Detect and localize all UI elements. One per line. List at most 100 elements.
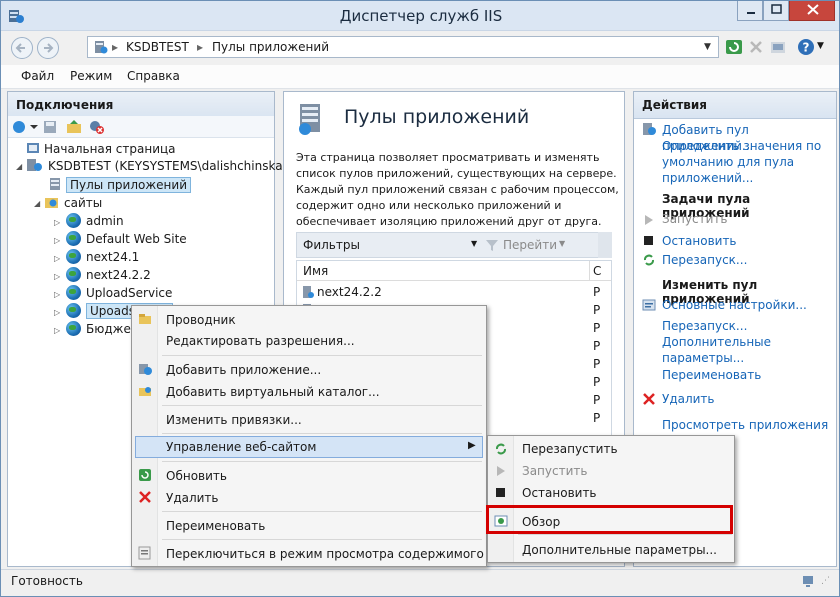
- stop-toolbar-icon[interactable]: [747, 38, 765, 56]
- tree-expander-icon[interactable]: ▷: [54, 326, 60, 335]
- ctx-refresh[interactable]: Обновить: [166, 469, 227, 483]
- globe-icon: [66, 303, 81, 318]
- tree-server[interactable]: KSDBTEST (KEYSYSTEMS\dalishchinskaya): [26, 157, 302, 175]
- settings-icon: [642, 299, 656, 311]
- page-title: Пулы приложений: [344, 106, 530, 128]
- submenu-arrow-icon: ▶: [468, 440, 476, 451]
- breadcrumb-server[interactable]: KSDBTEST: [126, 40, 189, 54]
- tree-expander-icon[interactable]: ▷: [54, 272, 60, 281]
- breadcrumb-app-pools[interactable]: Пулы приложений: [212, 40, 329, 54]
- sub-advanced-settings[interactable]: Дополнительные параметры...: [522, 543, 717, 557]
- resize-grip-icon[interactable]: ⋰: [821, 576, 830, 586]
- tree-site-default[interactable]: Default Web Site: [66, 230, 187, 248]
- tree-sites[interactable]: сайты: [44, 194, 102, 212]
- action-stop[interactable]: Остановить: [662, 233, 737, 249]
- window-title: Диспетчер служб IIS: [339, 7, 503, 25]
- action-rename[interactable]: Переименовать: [662, 367, 761, 383]
- back-button[interactable]: [11, 37, 33, 59]
- breadcrumb-separator-icon: ▸: [197, 40, 204, 54]
- title-bar: Диспетчер служб IIS: [1, 1, 839, 31]
- action-start[interactable]: Запустить: [662, 212, 727, 226]
- tree-expander-icon[interactable]: ◢: [16, 162, 22, 171]
- ctx-switch-content-view[interactable]: Переключиться в режим просмотра содержим…: [166, 547, 484, 561]
- filter-input[interactable]: [359, 236, 479, 254]
- action-basic-settings[interactable]: Основные настройки...: [662, 297, 807, 313]
- tree-site-budget[interactable]: Бюджет: [66, 320, 138, 338]
- ctx-manage-website[interactable]: Управление веб-сайтом: [166, 440, 316, 454]
- tree-app-pools[interactable]: Пулы приложений: [48, 176, 191, 194]
- tree-site-next24-2-2[interactable]: next24.2.2: [66, 266, 151, 284]
- ctx-explore[interactable]: Проводник: [166, 313, 236, 327]
- connections-toolbar: [8, 116, 274, 138]
- filter-label: Фильтры:: [303, 238, 364, 252]
- tree-start-page[interactable]: Начальная страница: [26, 140, 176, 158]
- address-bar[interactable]: ▸ KSDBTEST ▸ Пулы приложений ▼: [87, 36, 719, 58]
- ctx-add-application[interactable]: Добавить приложение...: [166, 363, 321, 377]
- explorer-icon: [139, 314, 151, 324]
- menu-bar: Файл Режим Справка: [1, 65, 839, 89]
- network-status-icon: [803, 576, 813, 587]
- ctx-edit-permissions[interactable]: Редактировать разрешения...: [166, 334, 355, 348]
- table-row[interactable]: next24.2.2 Р: [297, 283, 611, 301]
- ctx-edit-bindings[interactable]: Изменить привязки...: [166, 413, 302, 427]
- tree-expander-icon[interactable]: ▷: [54, 308, 60, 317]
- filter-scroll-icon[interactable]: [598, 232, 612, 258]
- tree-expander-icon[interactable]: ▷: [54, 236, 60, 245]
- tree-expander-icon[interactable]: ▷: [54, 290, 60, 299]
- action-advanced[interactable]: Дополнительные параметры...: [662, 334, 771, 366]
- server-icon: [27, 159, 42, 171]
- help-dropdown-icon[interactable]: ▼: [817, 41, 824, 51]
- sub-restart[interactable]: Перезапустить: [522, 442, 618, 456]
- tree-site-next24-1[interactable]: next24.1: [66, 248, 139, 266]
- app-pools-large-icon: [299, 104, 320, 135]
- menu-separator: [162, 461, 482, 462]
- go-dropdown-icon[interactable]: ▼: [559, 239, 565, 248]
- tree-site-admin[interactable]: admin: [66, 212, 124, 230]
- menu-separator: [518, 534, 732, 535]
- folder-up-icon[interactable]: [66, 119, 82, 135]
- action-set-defaults[interactable]: Определить значения по умолчанию для пул…: [662, 138, 821, 186]
- add-pool-icon: [643, 123, 656, 135]
- menu-separator: [162, 405, 482, 406]
- go-button[interactable]: Перейти: [503, 238, 557, 252]
- start-page-icon: [27, 143, 39, 153]
- menu-help[interactable]: Справка: [127, 69, 180, 83]
- menu-file[interactable]: Файл: [21, 69, 54, 83]
- connect-icon[interactable]: [12, 119, 38, 135]
- sub-start[interactable]: Запустить: [522, 464, 587, 478]
- menu-separator: [162, 433, 482, 434]
- action-view-apps[interactable]: Просмотреть приложения: [662, 417, 828, 433]
- forward-button[interactable]: [37, 37, 59, 59]
- action-recycle-2[interactable]: Перезапуск...: [662, 318, 747, 334]
- menu-separator: [162, 511, 482, 512]
- arrow-left-icon: [15, 43, 25, 53]
- disconnect-icon[interactable]: [88, 119, 106, 135]
- menu-separator: [162, 355, 482, 356]
- refresh-toolbar-icon[interactable]: [725, 38, 743, 56]
- action-remove[interactable]: Удалить: [662, 391, 715, 407]
- sub-stop[interactable]: Остановить: [522, 486, 597, 500]
- minimize-button[interactable]: [737, 1, 763, 21]
- filter-bar: Фильтры: ▼ Перейти ▼: [296, 232, 612, 258]
- save-icon[interactable]: [42, 119, 58, 135]
- filter-dropdown-icon[interactable]: ▼: [471, 239, 477, 248]
- actions-header: Действия: [634, 92, 836, 119]
- action-recycle[interactable]: Перезапуск...: [662, 252, 747, 268]
- ctx-rename[interactable]: Переименовать: [166, 519, 265, 533]
- column-status-header[interactable]: С: [593, 264, 601, 278]
- ctx-delete[interactable]: Удалить: [166, 491, 219, 505]
- tree-site-uploadservice[interactable]: UploadService: [66, 284, 172, 302]
- home-toolbar-icon[interactable]: [769, 38, 787, 56]
- iis-manager-window: Диспетчер служб IIS ▸ KSDBTEST ▸ Пулы пр…: [0, 0, 840, 597]
- help-icon[interactable]: ?: [797, 38, 815, 56]
- column-name-header[interactable]: Имя: [303, 264, 328, 278]
- close-button[interactable]: [789, 1, 835, 21]
- maximize-icon: [771, 4, 782, 14]
- tree-expander-icon[interactable]: ◢: [34, 199, 40, 208]
- address-dropdown-icon[interactable]: ▼: [704, 42, 711, 52]
- tree-expander-icon[interactable]: ▷: [54, 218, 60, 227]
- tree-expander-icon[interactable]: ▷: [54, 254, 60, 263]
- ctx-add-virtual-dir[interactable]: Добавить виртуальный каталог...: [166, 385, 380, 399]
- menu-view[interactable]: Режим: [70, 69, 112, 83]
- maximize-button[interactable]: [763, 1, 789, 21]
